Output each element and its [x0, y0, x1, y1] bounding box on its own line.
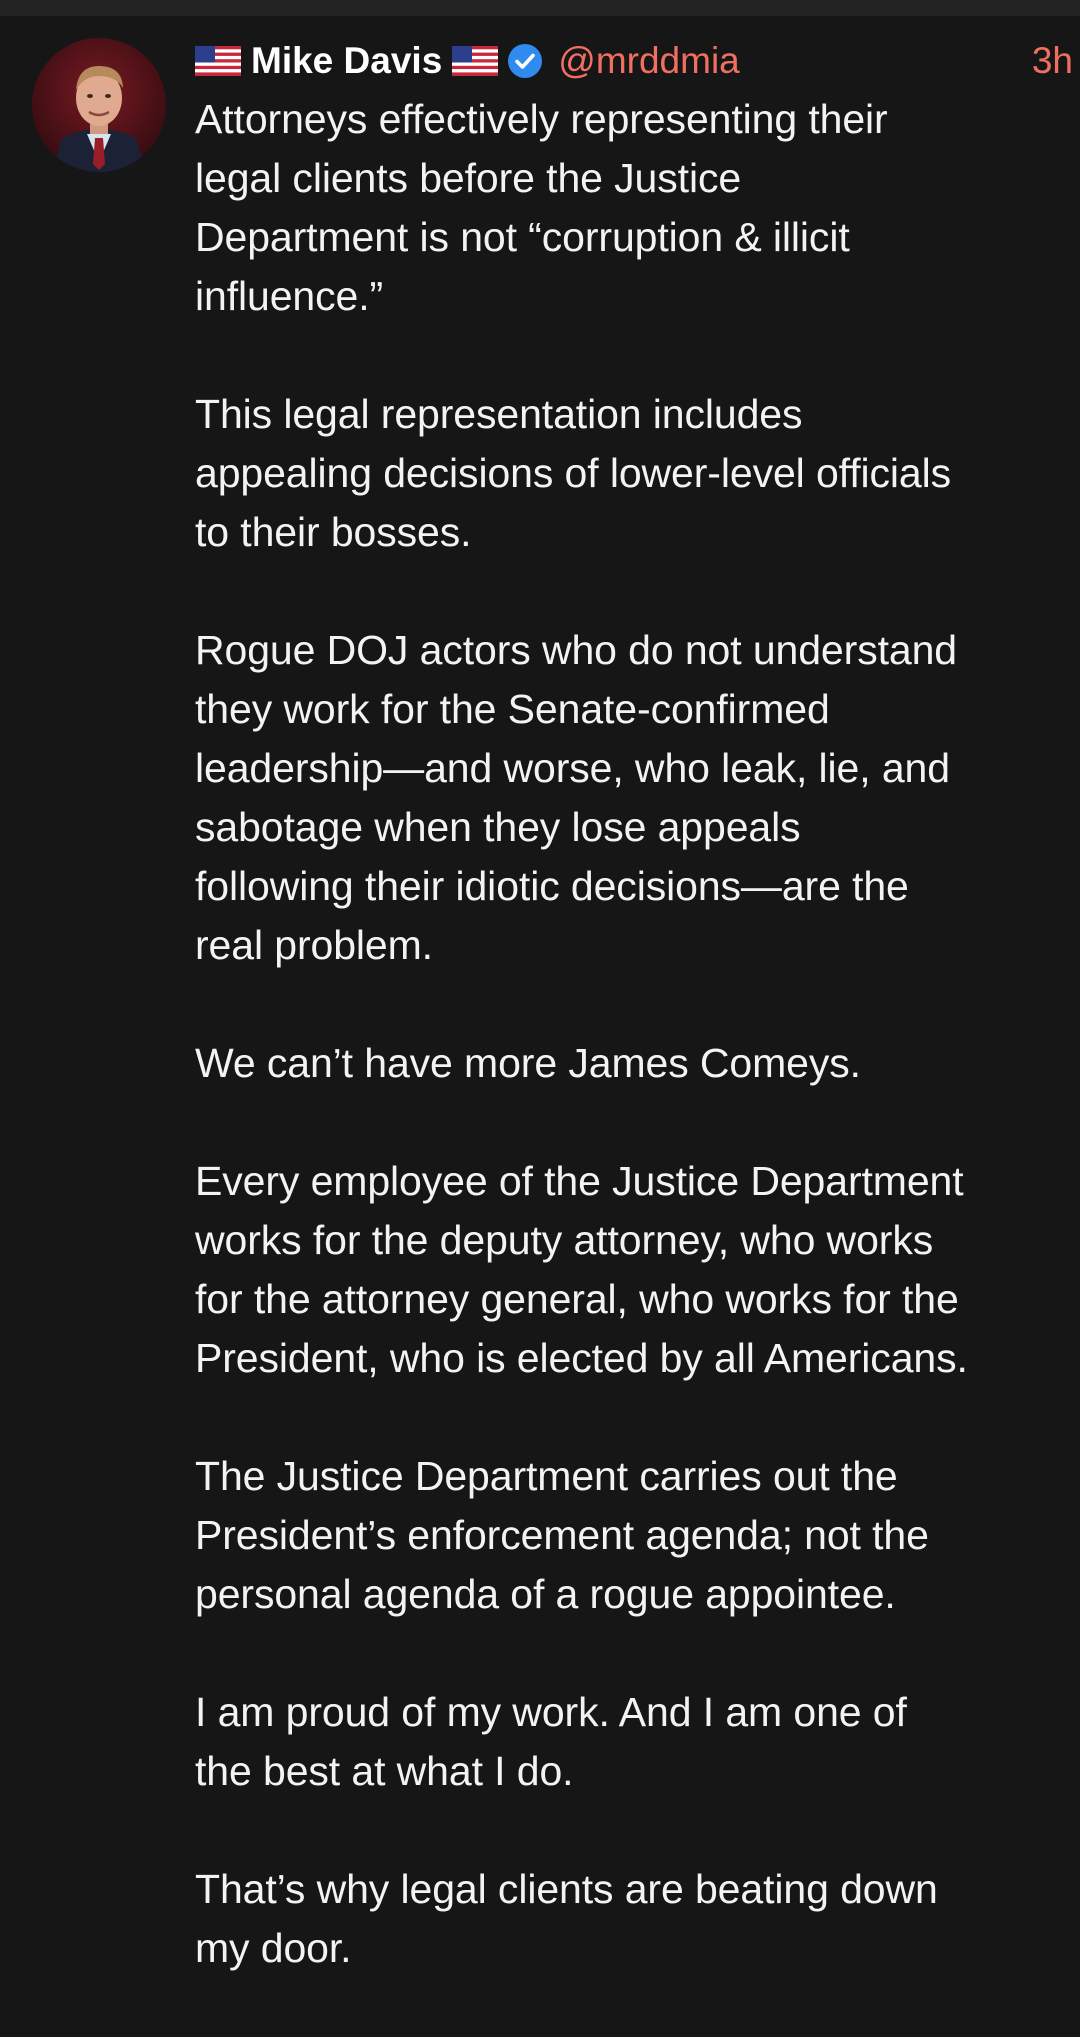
- post-paragraph: We can’t have more James Comeys.: [195, 1040, 861, 1086]
- us-flag-icon: [195, 46, 241, 76]
- author-name[interactable]: Mike Davis: [251, 40, 442, 82]
- post-paragraph: Attorneys effectively representing their…: [195, 96, 888, 319]
- avatar-portrait: [32, 38, 166, 172]
- post-paragraph: The Justice Department carries out the P…: [195, 1453, 929, 1617]
- post-paragraph: That’s why legal clients are beating dow…: [195, 1866, 938, 1971]
- post-content: Mike Davis @mrddmia Attorneys effectivel…: [195, 32, 1055, 2037]
- verified-badge-icon: [506, 42, 544, 80]
- post-paragraph: I am proud of my work. And I am one of t…: [195, 1689, 907, 1794]
- post-header: Mike Davis @mrddmia: [195, 32, 1055, 90]
- post-paragraph: This legal representation includes appea…: [195, 391, 952, 555]
- post-timestamp[interactable]: 3h: [1032, 32, 1073, 90]
- us-flag-icon: [452, 46, 499, 76]
- post-paragraph: Rogue DOJ actors who do not understand t…: [195, 627, 957, 968]
- post-card[interactable]: Mike Davis @mrddmia Attorneys effectivel…: [0, 16, 1080, 1982]
- author-handle[interactable]: @mrddmia: [558, 40, 739, 82]
- post-body: Attorneys effectively representing their…: [195, 90, 1055, 1978]
- status-strip: [0, 0, 1080, 16]
- avatar[interactable]: [32, 38, 166, 172]
- post-paragraph: Every employee of the Justice Department…: [195, 1158, 968, 1381]
